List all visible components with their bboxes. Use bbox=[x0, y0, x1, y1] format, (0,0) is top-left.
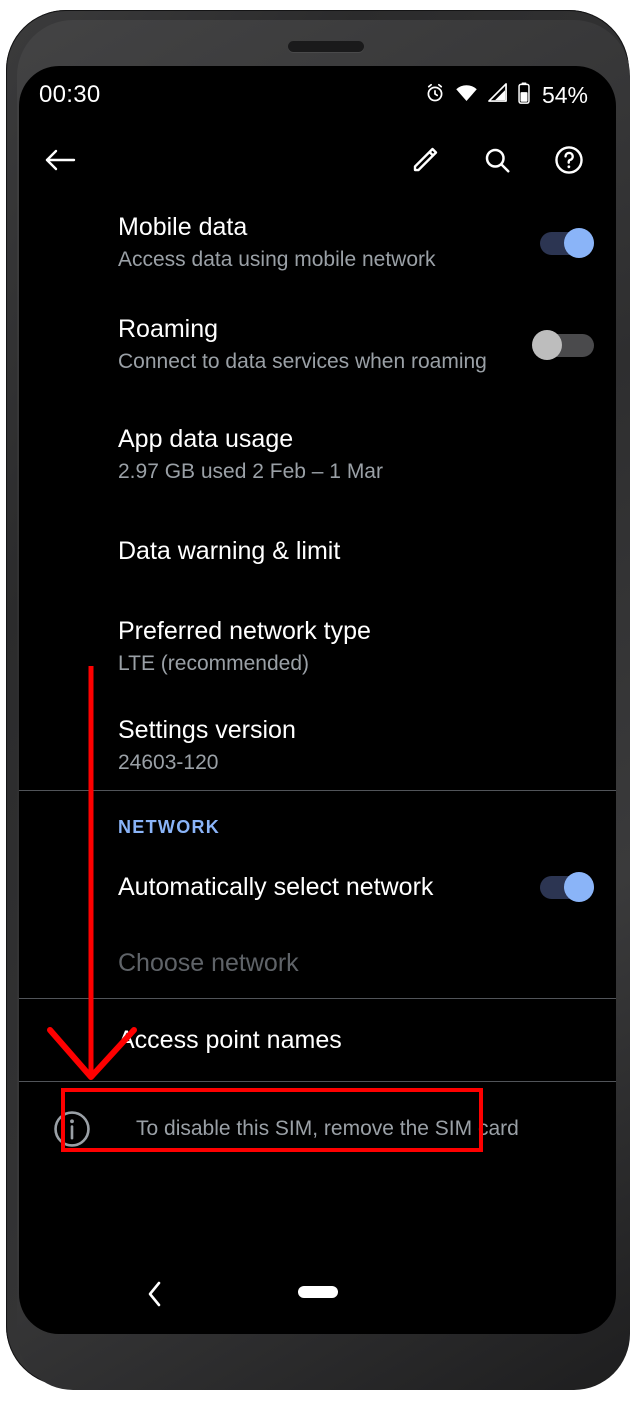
nav-home-pill[interactable] bbox=[297, 1286, 338, 1298]
help-circle-icon[interactable] bbox=[550, 141, 588, 179]
status-bar: 00:30 54% bbox=[19, 66, 616, 124]
status-bar-clock: 00:30 bbox=[39, 81, 101, 108]
pref-texts: Choose network bbox=[118, 948, 594, 979]
pref-title: Choose network bbox=[118, 948, 299, 977]
navigation-bar bbox=[19, 1256, 616, 1334]
pref-row-preferred-network-type[interactable]: Preferred network type LTE (recommended) bbox=[19, 592, 616, 702]
pref-texts: Automatically select network bbox=[118, 872, 532, 903]
mobile-data-toggle[interactable] bbox=[532, 228, 594, 258]
pref-title: Preferred network type bbox=[118, 617, 371, 646]
alarm-icon bbox=[424, 82, 446, 109]
pref-summary: LTE (recommended) bbox=[118, 652, 310, 676]
pref-texts: Mobile data Access data using mobile net… bbox=[118, 212, 532, 273]
pref-row-settings-version[interactable]: Settings version 24603-120 bbox=[19, 702, 616, 790]
pref-title: Roaming bbox=[118, 315, 219, 344]
pref-title: Data warning & limit bbox=[118, 536, 341, 565]
pref-title: Settings version bbox=[118, 716, 296, 745]
pref-title: Access point names bbox=[118, 1025, 342, 1054]
pref-texts: Settings version 24603-120 bbox=[118, 715, 594, 776]
search-icon[interactable] bbox=[478, 141, 516, 179]
battery-percent-label: 54% bbox=[541, 81, 588, 108]
pref-row-auto-select-network[interactable]: Automatically select network bbox=[19, 846, 616, 928]
pref-row-choose-network: Choose network bbox=[19, 928, 616, 998]
pref-title: Mobile data bbox=[118, 213, 248, 242]
action-bar bbox=[19, 124, 616, 196]
pref-texts: Access point names bbox=[118, 1025, 594, 1056]
pref-row-roaming[interactable]: Roaming Connect to data services when ro… bbox=[19, 290, 616, 400]
toggle-thumb bbox=[564, 228, 594, 258]
pref-row-app-data-usage[interactable]: App data usage 2.97 GB used 2 Feb – 1 Ma… bbox=[19, 400, 616, 510]
toggle-thumb bbox=[564, 872, 594, 902]
section-divider bbox=[19, 790, 616, 791]
sim-note-label: To disable this SIM, remove the SIM card bbox=[136, 1117, 519, 1140]
pref-texts: Data warning & limit bbox=[118, 536, 594, 567]
sim-disable-note: To disable this SIM, remove the SIM card bbox=[19, 1082, 616, 1150]
pref-texts: App data usage 2.97 GB used 2 Feb – 1 Ma… bbox=[118, 424, 594, 485]
pref-title: App data usage bbox=[118, 425, 294, 454]
pref-title: Automatically select network bbox=[118, 872, 434, 901]
cellular-signal-icon bbox=[487, 83, 508, 107]
pref-summary: Connect to data services when roaming bbox=[118, 350, 487, 374]
pref-row-mobile-data[interactable]: Mobile data Access data using mobile net… bbox=[19, 196, 616, 290]
section-divider bbox=[19, 1081, 616, 1082]
status-bar-icons: 54% bbox=[424, 82, 588, 109]
pref-texts: Preferred network type LTE (recommended) bbox=[118, 616, 594, 677]
wifi-icon bbox=[455, 83, 478, 107]
roaming-toggle[interactable] bbox=[532, 330, 594, 360]
section-header-network: NETWORK bbox=[118, 817, 221, 837]
settings-list: Mobile data Access data using mobile net… bbox=[19, 196, 616, 1150]
info-icon bbox=[51, 1108, 93, 1150]
pref-summary: 24603-120 bbox=[118, 751, 219, 775]
battery-icon bbox=[517, 82, 531, 109]
auto-select-network-toggle[interactable] bbox=[532, 872, 594, 902]
back-arrow-icon[interactable] bbox=[41, 141, 79, 179]
nav-back-chevron-icon[interactable] bbox=[143, 1278, 165, 1315]
pref-texts: Roaming Connect to data services when ro… bbox=[118, 314, 532, 375]
pref-row-data-warning-limit[interactable]: Data warning & limit bbox=[19, 510, 616, 592]
toggle-thumb bbox=[532, 330, 562, 360]
pref-row-access-point-names[interactable]: Access point names bbox=[19, 999, 616, 1081]
phone-screen: 00:30 54% Mobile data Access data using … bbox=[19, 66, 616, 1334]
earpiece-speaker-icon bbox=[288, 41, 364, 52]
pref-summary: Access data using mobile network bbox=[118, 248, 436, 272]
pref-summary: 2.97 GB used 2 Feb – 1 Mar bbox=[118, 460, 383, 484]
edit-pencil-icon[interactable] bbox=[406, 141, 444, 179]
